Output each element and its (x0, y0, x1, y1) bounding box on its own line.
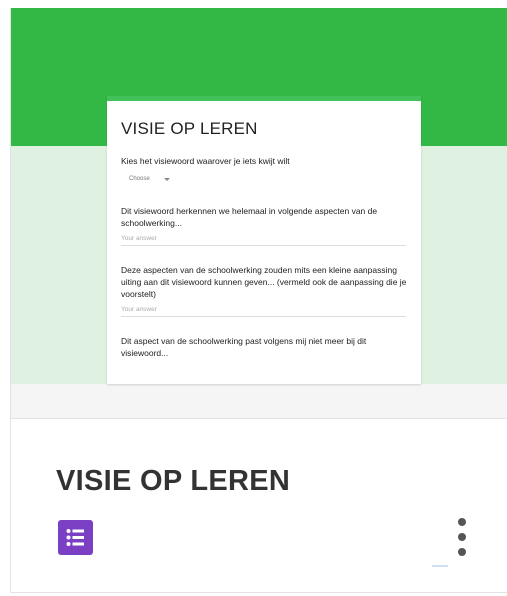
more-options-button[interactable] (449, 514, 475, 560)
choose-dropdown: Choose (129, 176, 170, 182)
preview-question-2: Dit visiewoord herkennen we helemaal in … (121, 205, 407, 246)
more-vertical-icon (458, 518, 466, 526)
question-text: Dit aspect van de schoolwerking past vol… (121, 336, 367, 358)
question-text: Kies het visiewoord waarover je iets kwi… (121, 156, 290, 166)
preview-question-3: Deze aspecten van de schoolwerking zoude… (121, 264, 407, 317)
more-vertical-icon-dot (458, 548, 466, 556)
form-preview: VISIE OP LEREN Kies het visiewoord waaro… (107, 96, 421, 384)
google-forms-icon (58, 520, 93, 555)
preview-question-4: Dit aspect van de schoolwerking past vol… (121, 335, 407, 359)
thumbnail-bottom-strip (11, 384, 507, 418)
card-title[interactable]: VISIE OP LEREN (56, 465, 290, 498)
caret-down-icon (163, 177, 170, 181)
card-divider (11, 418, 507, 419)
focus-underline (432, 565, 448, 567)
answer-placeholder: Your answer (121, 306, 406, 317)
form-card[interactable]: VISIE OP LEREN Kies het visiewoord waaro… (10, 8, 507, 593)
preview-question-1: Kies het visiewoord waarover je iets kwi… (121, 155, 407, 185)
answer-placeholder: Your answer (121, 235, 406, 246)
question-text: Dit visiewoord herkennen we helemaal in … (121, 206, 378, 228)
form-thumbnail[interactable]: VISIE OP LEREN Kies het visiewoord waaro… (11, 8, 507, 418)
question-text: Deze aspecten van de schoolwerking zoude… (121, 265, 407, 299)
dropdown-value: Choose (129, 176, 150, 182)
preview-title: VISIE OP LEREN (121, 119, 258, 138)
more-vertical-icon-dot (458, 533, 466, 541)
